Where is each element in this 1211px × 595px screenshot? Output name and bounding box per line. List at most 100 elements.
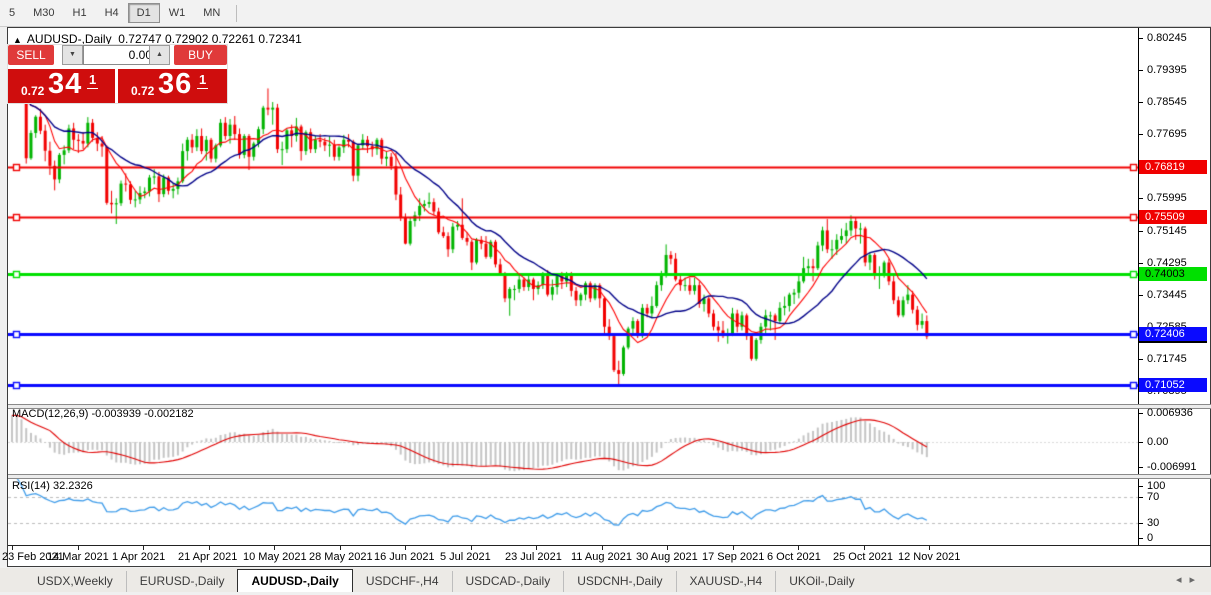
spinner-down-icon: ▼ [69,51,76,58]
price-axis-tick-mark [1139,263,1143,264]
chart-tab-xauusd[interactable]: XAUUSD-,H4 [676,571,776,592]
time-axis-tick-mark [733,546,734,550]
macd-axis-tick: -0.006991 [1147,461,1197,473]
time-axis-tick-mark [209,546,210,550]
price-axis-tick: 0.78545 [1147,96,1187,108]
spinner-up-icon: ▲ [156,51,163,58]
time-axis-label: 11 Aug 2021 [571,551,632,563]
price-line-badge: 0.71052 [1139,378,1207,392]
price-axis-tick-mark [1139,359,1143,360]
period-button-5[interactable]: 5 [0,3,24,23]
time-axis-label: 30 Aug 2021 [636,551,698,563]
ask-price-button[interactable]: 0.72 36 1 [118,69,227,103]
period-button-h1[interactable]: H1 [64,3,96,23]
chart-title-line: ▲ AUDUSD-,Daily 0.72747 0.72902 0.72261 0… [13,32,302,46]
period-button-m30[interactable]: M30 [24,3,63,23]
time-axis-tick-mark [536,546,537,550]
rsi-axis-tick-mark [1139,523,1143,524]
period-button-w1[interactable]: W1 [160,3,195,23]
chart-ohlc-values: 0.72747 0.72902 0.72261 0.72341 [118,32,302,46]
price-axis-tick: 0.79395 [1147,64,1187,76]
chart-tab-eurusd[interactable]: EURUSD-,Daily [126,571,238,592]
price-line-badge: 0.74003 [1139,267,1207,281]
chart-tab-audusd[interactable]: AUDUSD-,Daily [237,569,352,592]
collapse-triangle-icon[interactable]: ▲ [13,35,22,45]
chart-tab-ukoil[interactable]: UKOil-,Daily [775,571,867,592]
rsi-axis-tick: 0 [1147,532,1153,544]
time-axis-tick-mark [12,546,13,550]
tab-scroll-arrows[interactable]: ◂▸ [1176,573,1203,586]
macd-axis-tick-mark [1139,413,1143,414]
price-axis-tick: 0.80245 [1147,32,1187,44]
ask-price-big: 36 [158,68,192,101]
time-axis-label: 5 Jul 2021 [440,551,491,563]
time-axis-label: 23 Jul 2021 [505,551,562,563]
trade-panel-top-row: SELL ▼ ▲ BUY [8,45,227,65]
time-axis-label: 10 May 2021 [243,551,307,563]
sell-button[interactable]: SELL [8,45,54,65]
price-axis-tick-mark [1139,134,1143,135]
time-axis-tick-mark [143,546,144,550]
price-axis-tick-mark [1139,70,1143,71]
chart-symbol-title: AUDUSD-,Daily [27,32,112,46]
macd-axis-tick-mark [1139,467,1143,468]
price-line-badge: 0.72406 [1139,327,1207,341]
price-axis-tick: 0.75145 [1147,225,1187,237]
time-axis-label: 1 Apr 2021 [112,551,165,563]
time-axis-line [8,545,1211,546]
time-axis-tick-mark [602,546,603,550]
time-axis-tick-mark [405,546,406,550]
time-axis-label: 17 Sep 2021 [702,551,764,563]
price-axis-tick-mark [1139,198,1143,199]
price-axis-tick: 0.75995 [1147,192,1187,204]
time-axis-label: 16 Jun 2021 [374,551,435,563]
rsi-pane-separator[interactable] [8,474,1211,479]
macd-indicator-label: MACD(12,26,9) -0.003939 -0.002182 [12,408,194,420]
time-axis-tick-mark [471,546,472,550]
chart-tab-usdx[interactable]: USDX,Weekly [24,571,126,592]
bid-price-sup: 1 [87,72,98,89]
toolbar-separator [236,5,237,22]
rsi-axis-tick: 70 [1147,491,1159,503]
macd-axis-tick-mark [1139,442,1143,443]
price-axis-tick: 0.73445 [1147,289,1187,301]
time-axis-tick-mark [798,546,799,550]
chart-tab-usdchf[interactable]: USDCHF-,H4 [353,571,452,592]
price-axis-tick: 0.71745 [1147,353,1187,365]
macd-axis-tick: 0.006936 [1147,407,1193,419]
chart-tab-bar: USDX,WeeklyEURUSD-,DailyAUDUSD-,DailyUSD… [0,568,1211,592]
time-axis-label: 6 Oct 2021 [767,551,821,563]
macd-axis-tick: 0.00 [1147,436,1168,448]
bid-price-button[interactable]: 0.72 34 1 [8,69,115,103]
period-button-mn[interactable]: MN [194,3,229,23]
time-axis-tick-mark [78,546,79,550]
period-toolbar: 5M30H1H4D1W1MN [0,0,1211,27]
price-axis-tick: 0.77695 [1147,128,1187,140]
rsi-axis-tick-mark [1139,497,1143,498]
rsi-axis-tick-mark [1139,486,1143,487]
bid-price-big: 34 [48,68,82,101]
price-axis-tick-mark [1139,102,1143,103]
price-line-badge: 0.75509 [1139,210,1207,224]
period-button-h4[interactable]: H4 [96,3,128,23]
mt4-terminal: 5M30H1H4D1W1MN ▲ AUDUSD-,Daily 0.72747 0.… [0,0,1211,595]
time-axis-label: 25 Oct 2021 [833,551,893,563]
ask-price-small: 0.72 [131,84,154,98]
rsi-indicator-label: RSI(14) 32.2326 [12,480,93,492]
volume-increase-button[interactable]: ▲ [149,45,170,65]
period-button-d1[interactable]: D1 [128,3,160,23]
chart-tab-usdcad[interactable]: USDCAD-,Daily [452,571,564,592]
chart-tab-usdcnh[interactable]: USDCNH-,Daily [563,571,675,592]
buy-button[interactable]: BUY [174,45,227,65]
time-axis-tick-mark [274,546,275,550]
volume-input[interactable] [83,45,157,65]
price-line-badge: 0.76819 [1139,160,1207,174]
volume-decrease-button[interactable]: ▼ [62,45,83,65]
tab-scroll-left-icon[interactable]: ◂ [1176,574,1190,586]
rsi-axis-tick-mark [1139,538,1143,539]
price-chart-canvas[interactable] [8,28,1138,545]
rsi-axis-tick: 30 [1147,517,1159,529]
time-axis-tick-mark [340,546,341,550]
tab-scroll-right-icon[interactable]: ▸ [1189,574,1203,586]
time-axis-label: 21 Apr 2021 [178,551,237,563]
